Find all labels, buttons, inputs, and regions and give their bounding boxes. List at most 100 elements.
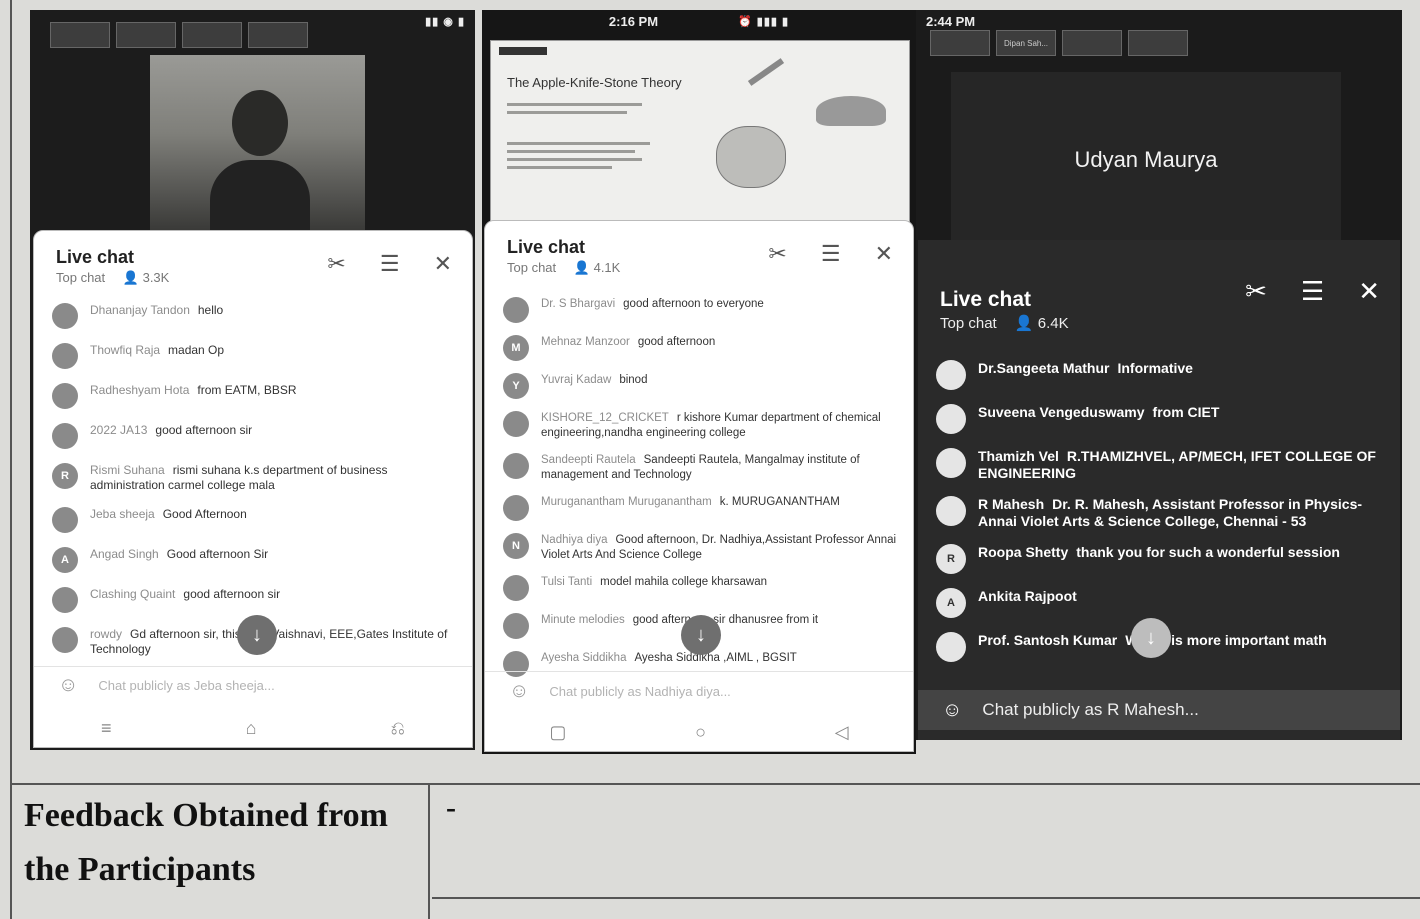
smiley-icon[interactable]: ☺ (509, 680, 529, 703)
chat-message: Sandeepti Rautela Sandeepti Rautela, Mang… (503, 453, 897, 483)
back-icon[interactable]: ◁ (835, 722, 849, 743)
recents-icon[interactable]: ▢ (549, 722, 566, 743)
message-author[interactable]: Ankita Rajpoot (978, 588, 1077, 604)
avatar[interactable] (52, 587, 78, 613)
chat-input[interactable] (98, 678, 399, 693)
message-author[interactable]: rowdy (90, 627, 122, 641)
participant-thumb[interactable]: Dipan Sah... (996, 30, 1056, 56)
avatar[interactable] (503, 613, 529, 639)
message-author[interactable]: Dhananjay Tandon (90, 303, 190, 317)
sliders-icon[interactable]: ☰ (380, 251, 400, 277)
message-author[interactable]: Angad Singh (90, 547, 159, 561)
chat-subtitle[interactable]: Top chat 👤 6.4K (940, 314, 1069, 332)
close-icon[interactable]: ✕ (1358, 276, 1380, 307)
sliders-icon[interactable]: ☰ (1301, 276, 1324, 307)
sliders-icon[interactable]: ☰ (821, 241, 841, 267)
back-icon[interactable]: ⎌ (391, 718, 405, 739)
knife-illustration (747, 58, 785, 86)
chat-title: Live chat (940, 288, 1032, 311)
avatar[interactable] (52, 423, 78, 449)
avatar[interactable] (503, 575, 529, 601)
message-author[interactable]: KISHORE_12_CRICKET (541, 412, 669, 424)
avatar[interactable] (52, 383, 78, 409)
participant-thumb[interactable] (1128, 30, 1188, 56)
smiley-icon[interactable]: ☺ (58, 674, 78, 697)
scroll-down-button[interactable]: ↓ (681, 615, 721, 655)
avatar[interactable] (936, 632, 966, 662)
smiley-icon[interactable]: ☺ (942, 699, 962, 722)
chat-subtitle[interactable]: Top chat 👤 4.1K (507, 260, 620, 276)
message-author[interactable]: Minute melodies (541, 614, 625, 626)
avatar[interactable] (52, 507, 78, 533)
message-author[interactable]: Clashing Quaint (90, 587, 175, 601)
message-author[interactable]: Rismi Suhana (90, 463, 165, 477)
avatar[interactable] (503, 297, 529, 323)
participant-thumb[interactable] (50, 22, 110, 48)
message-author[interactable]: Ayesha Siddikha (541, 652, 626, 664)
avatar[interactable] (52, 627, 78, 653)
message-author[interactable]: Nadhiya diya (541, 534, 607, 546)
home-icon[interactable]: ○ (695, 722, 706, 743)
message-author[interactable]: Prof. Santosh Kumar (978, 632, 1117, 648)
avatar[interactable]: N (503, 533, 529, 559)
chat-header: Live chat Top chat 👤 4.1K (507, 237, 620, 276)
message-author[interactable]: Dr. S Bhargavi (541, 298, 615, 310)
participant-thumb[interactable] (248, 22, 308, 48)
message-author[interactable]: Radheshyam Hota (90, 383, 189, 397)
chat-input[interactable] (982, 700, 1283, 720)
message-author[interactable]: Tulsi Tanti (541, 576, 592, 588)
message-author[interactable]: Suveena Vengeduswamy (978, 404, 1145, 420)
scissors-icon[interactable]: ✂ (768, 241, 786, 267)
avatar[interactable] (503, 411, 529, 437)
avatar[interactable]: M (503, 335, 529, 361)
participant-thumb[interactable] (930, 30, 990, 56)
avatar[interactable]: A (52, 547, 78, 573)
message-author[interactable]: Thamizh Vel (978, 448, 1059, 464)
message-author[interactable]: Jeba sheeja (90, 507, 155, 521)
message-body: Jeba sheeja Good Afternoon (90, 507, 247, 522)
message-author[interactable]: Muruganantham Muruganantham (541, 496, 712, 508)
scissors-icon[interactable]: ✂ (1245, 276, 1267, 307)
avatar[interactable] (503, 453, 529, 479)
message-author[interactable]: Roopa Shetty (978, 544, 1068, 560)
avatar[interactable] (52, 303, 78, 329)
message-author[interactable]: Yuvraj Kadaw (541, 374, 611, 386)
message-body: Dr. S Bhargavi good afternoon to everyone (541, 297, 764, 312)
message-text: Good afternoon Sir (166, 547, 269, 561)
participant-thumb[interactable] (1062, 30, 1122, 56)
home-icon[interactable]: ⌂ (246, 718, 257, 739)
message-body: Clashing Quaint good afternoon sir (90, 587, 280, 602)
chat-subtitle[interactable]: Top chat 👤 3.3K (56, 270, 169, 286)
avatar[interactable]: R (52, 463, 78, 489)
slide-body-text (507, 103, 657, 174)
avatar[interactable] (52, 343, 78, 369)
message-author[interactable]: 2022 JA13 (90, 423, 147, 437)
message-text: good afternoon to everyone (623, 298, 764, 310)
message-author[interactable]: R Mahesh (978, 496, 1044, 512)
close-icon[interactable]: ✕ (875, 241, 893, 267)
participant-thumb[interactable] (182, 22, 242, 48)
chat-input[interactable] (549, 684, 850, 699)
participant-thumb[interactable] (116, 22, 176, 48)
scroll-down-button[interactable]: ↓ (237, 615, 277, 655)
scissors-icon[interactable]: ✂ (327, 251, 345, 277)
avatar[interactable] (503, 495, 529, 521)
message-author[interactable]: Dr.Sangeeta Mathur (978, 360, 1109, 376)
close-icon[interactable]: ✕ (434, 251, 452, 277)
avatar[interactable]: A (936, 588, 966, 618)
avatar[interactable] (936, 404, 966, 434)
avatar[interactable] (936, 360, 966, 390)
scroll-down-button[interactable]: ↓ (1131, 618, 1171, 658)
message-author[interactable]: Thowfiq Raja (90, 343, 160, 357)
apple-illustration (716, 126, 786, 188)
avatar[interactable] (936, 448, 966, 478)
avatar[interactable]: Y (503, 373, 529, 399)
avatar[interactable]: R (936, 544, 966, 574)
message-body: Sandeepti Rautela Sandeepti Rautela, Mang… (541, 453, 897, 483)
status-time: 2:16 PM (608, 13, 659, 29)
message-author[interactable]: Sandeepti Rautela (541, 454, 636, 466)
menu-icon[interactable]: ≡ (101, 718, 112, 739)
avatar[interactable] (936, 496, 966, 526)
arrow-down-icon: ↓ (696, 623, 706, 646)
message-author[interactable]: Mehnaz Manzoor (541, 336, 630, 348)
